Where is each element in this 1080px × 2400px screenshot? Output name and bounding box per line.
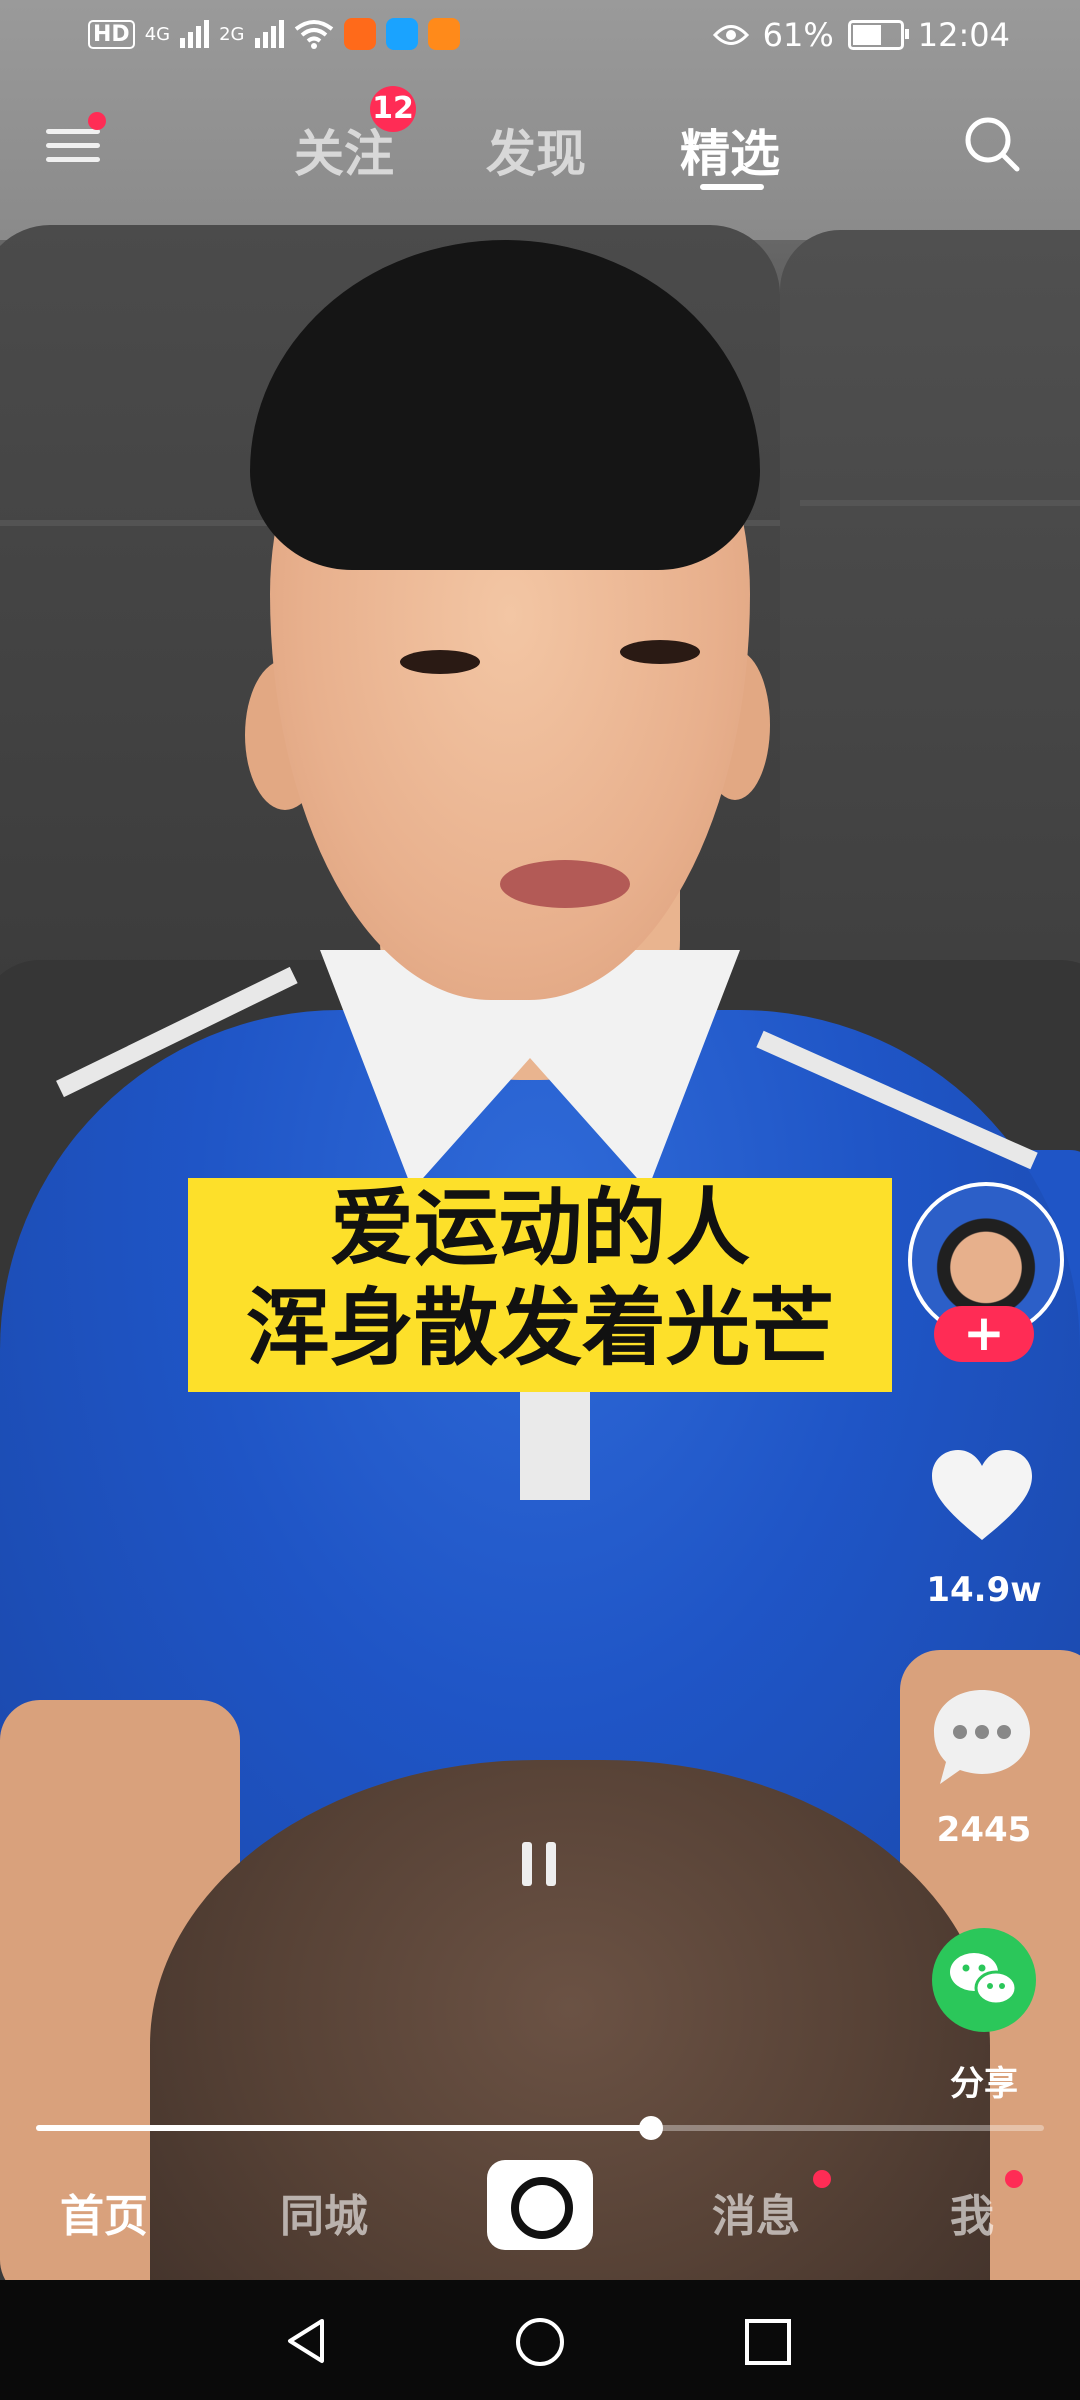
- me-notification-dot: [1005, 2170, 1023, 2188]
- tab-me[interactable]: 我: [950, 2180, 994, 2244]
- hamburger-icon: [46, 129, 106, 162]
- video-player[interactable]: [0, 0, 1080, 2280]
- sofa-cushion-right: [780, 230, 1080, 1050]
- follow-button[interactable]: +: [934, 1306, 1034, 1362]
- following-count-badge: 12: [370, 86, 416, 132]
- caption-line-1: 爱运动的人: [329, 1179, 750, 1277]
- like-count: 14.9w: [926, 1570, 1042, 1610]
- comment-button[interactable]: [930, 1686, 1034, 1790]
- lightbulb-app-icon: [385, 18, 418, 50]
- like-button[interactable]: [930, 1448, 1034, 1552]
- tab-me-label: 我: [950, 2191, 994, 2242]
- tab-featured-label: 精选: [680, 125, 780, 183]
- sofa-seam: [800, 500, 1080, 506]
- video-progress-bar[interactable]: [36, 2116, 1044, 2140]
- progress-handle[interactable]: [638, 2116, 663, 2140]
- battery-icon: [847, 20, 909, 50]
- hd-indicator: HD: [88, 19, 135, 49]
- top-nav: 关注 12 发现 精选: [0, 86, 1080, 190]
- wechat-icon: [950, 1953, 1018, 2006]
- comment-icon: [934, 1690, 1030, 1784]
- tab-home-label: 首页: [60, 2191, 148, 2242]
- tab-discover[interactable]: 发现: [486, 114, 586, 186]
- wifi-icon: [294, 20, 333, 49]
- tab-home[interactable]: 首页: [60, 2180, 148, 2244]
- share-button[interactable]: [932, 1928, 1036, 2032]
- status-left: HD 4G 2G: [88, 18, 460, 50]
- search-button[interactable]: [962, 114, 1022, 174]
- home-icon[interactable]: [514, 2316, 566, 2368]
- eye-icon: [712, 25, 749, 45]
- signal-icon: [180, 20, 210, 48]
- heart-icon: [932, 1450, 1032, 1540]
- pause-icon[interactable]: [522, 1842, 558, 1886]
- tab-nearby-label: 同城: [280, 2191, 368, 2242]
- tab-discover-label: 发现: [486, 125, 586, 183]
- play-app-icon: [427, 18, 460, 50]
- video-caption-overlay: 爱运动的人 浑身散发着光芒: [188, 1178, 892, 1392]
- tab-messages-label: 消息: [712, 2191, 800, 2242]
- tab-following-label: 关注: [294, 125, 394, 183]
- network-2g-label: 2G: [219, 23, 245, 45]
- messages-notification-dot: [813, 2170, 831, 2188]
- comment-count: 2445: [936, 1810, 1032, 1850]
- share-label: 分享: [950, 2064, 1018, 2104]
- create-button[interactable]: [487, 2160, 593, 2250]
- person-eye: [620, 640, 700, 664]
- person-eye: [400, 650, 480, 674]
- tab-messages[interactable]: 消息: [712, 2180, 800, 2244]
- app-notification-icon: [343, 18, 376, 50]
- back-icon[interactable]: [282, 2316, 332, 2366]
- network-4g-label: 4G: [144, 23, 171, 45]
- person-mouth: [500, 860, 630, 908]
- recents-icon[interactable]: [744, 2318, 792, 2366]
- status-right: 61% 12:04: [712, 16, 1010, 54]
- menu-notification-dot: [88, 112, 106, 130]
- active-tab-indicator: [700, 184, 764, 190]
- tab-featured[interactable]: 精选: [680, 114, 780, 186]
- status-bar: HD 4G 2G 61% 12:04: [0, 0, 1080, 76]
- progress-fill: [36, 2125, 651, 2131]
- search-icon: [965, 117, 1020, 172]
- camera-icon: [511, 2177, 573, 2239]
- system-nav-bar: [0, 2280, 1080, 2400]
- tab-nearby[interactable]: 同城: [280, 2180, 368, 2244]
- signal-icon: [254, 20, 284, 48]
- caption-line-2: 浑身散发着光芒: [245, 1279, 834, 1377]
- clock: 12:04: [917, 16, 1010, 54]
- battery-percent: 61%: [762, 16, 834, 54]
